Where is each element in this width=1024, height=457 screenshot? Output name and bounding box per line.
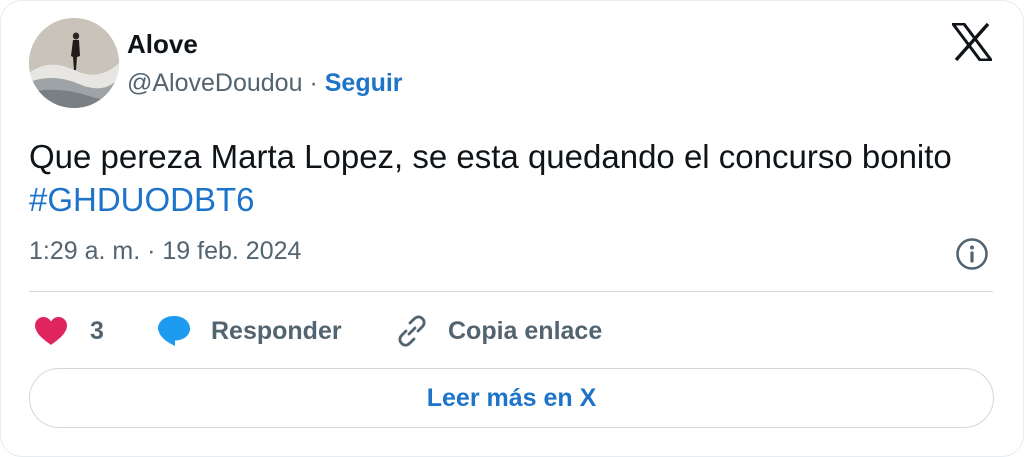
- tweet-body: Que pereza Marta Lopez, se esta quedando…: [29, 138, 952, 175]
- tweet-text: Que pereza Marta Lopez, se esta quedando…: [29, 135, 989, 221]
- reply-button[interactable]: Responder: [156, 311, 342, 351]
- link-icon: [398, 315, 426, 347]
- reply-label: Responder: [211, 316, 342, 345]
- divider: [29, 291, 993, 292]
- copy-link-label: Copia enlace: [448, 316, 603, 345]
- hashtag-link[interactable]: #GHDUODBT6: [29, 181, 255, 218]
- tweet-timestamp[interactable]: 1:29 a. m. · 19 feb. 2024: [29, 237, 301, 266]
- read-more-label: Leer más en X: [426, 383, 597, 412]
- author-handle-row: @AloveDoudou · Seguir: [127, 69, 403, 98]
- author-name[interactable]: Alove: [127, 29, 198, 60]
- like-button[interactable]: 3: [34, 311, 104, 351]
- like-count: 3: [90, 316, 104, 345]
- info-icon[interactable]: [954, 236, 990, 272]
- author-handle[interactable]: @AloveDoudou: [127, 69, 303, 97]
- x-logo-icon[interactable]: [952, 23, 992, 61]
- avatar[interactable]: [29, 18, 119, 108]
- handle-separator: ·: [309, 69, 318, 97]
- tweet-card: Alove @AloveDoudou · Seguir Que pereza M…: [0, 0, 1024, 457]
- copy-link-button[interactable]: Copia enlace: [395, 311, 602, 351]
- speech-bubble-icon: [158, 316, 190, 346]
- heart-icon: [35, 317, 67, 345]
- read-more-button[interactable]: Leer más en X: [29, 368, 994, 428]
- avatar-image: [29, 18, 119, 108]
- follow-button[interactable]: Seguir: [325, 69, 403, 97]
